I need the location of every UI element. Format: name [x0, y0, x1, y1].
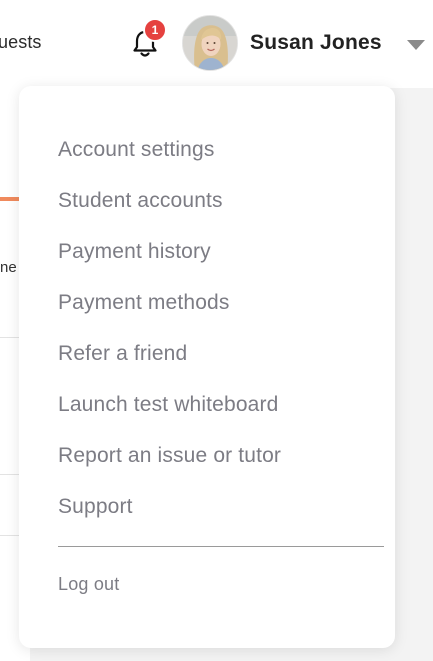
avatar[interactable] — [182, 15, 238, 71]
logout-button[interactable]: Log out — [58, 574, 119, 595]
background-text-fragment: ne — [0, 259, 17, 276]
menu-item-report-issue[interactable]: Report an issue or tutor — [58, 443, 281, 494]
menu-item-account-settings[interactable]: Account settings — [58, 137, 281, 188]
menu-item-payment-methods[interactable]: Payment methods — [58, 290, 281, 341]
nav-link-requests[interactable]: uests — [0, 32, 42, 53]
menu-item-student-accounts[interactable]: Student accounts — [58, 188, 281, 239]
menu-divider — [58, 546, 384, 547]
top-navbar: uests 1 Susan Jones — [0, 0, 433, 88]
menu-item-payment-history[interactable]: Payment history — [58, 239, 281, 290]
menu-item-refer-a-friend[interactable]: Refer a friend — [58, 341, 281, 392]
notification-badge: 1 — [143, 18, 167, 42]
user-name[interactable]: Susan Jones — [250, 31, 382, 55]
menu-item-support[interactable]: Support — [58, 494, 281, 545]
menu-list: Account settings Student accounts Paymen… — [58, 137, 281, 545]
caret-down-icon[interactable] — [407, 40, 425, 50]
user-dropdown-menu: Account settings Student accounts Paymen… — [19, 86, 395, 648]
menu-item-launch-test-whiteboard[interactable]: Launch test whiteboard — [58, 392, 281, 443]
page: ne uests 1 Susan Jones Account settings … — [0, 0, 433, 661]
